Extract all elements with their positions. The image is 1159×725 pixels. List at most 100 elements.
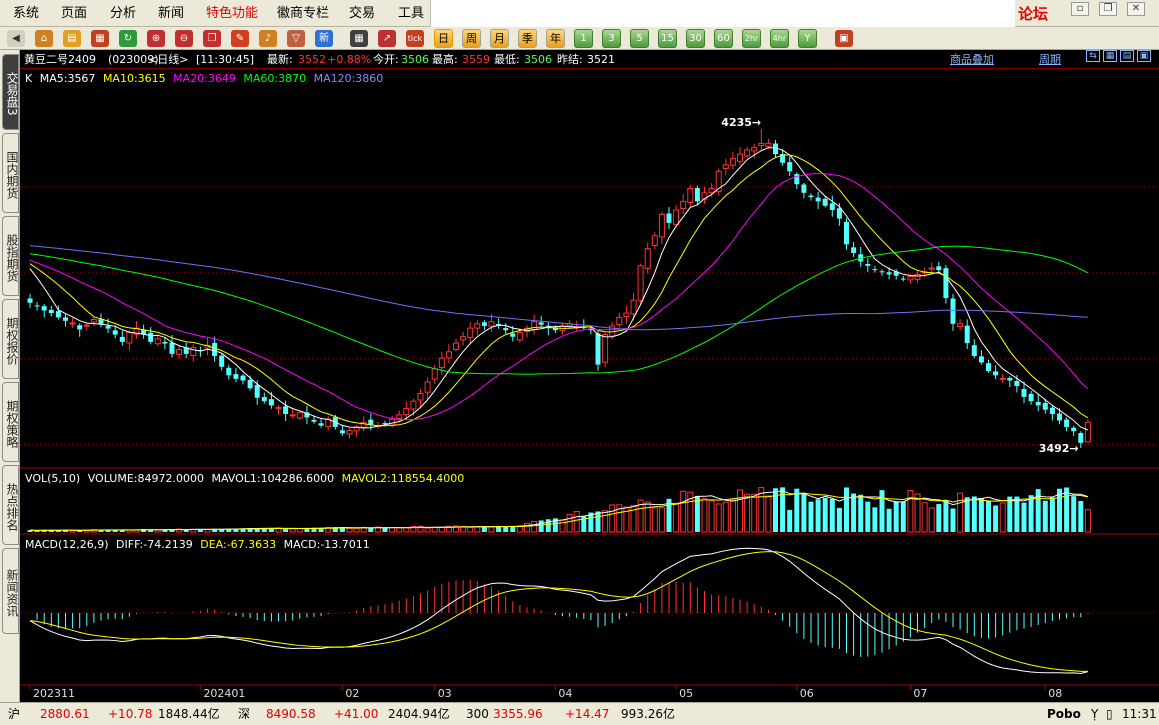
volume-bar <box>424 527 431 533</box>
candle-down <box>112 330 118 335</box>
tab-option-strategy[interactable]: 期权策略 <box>2 382 19 462</box>
candle-down <box>219 355 225 367</box>
restore-icon[interactable]: ❐ <box>1099 2 1117 16</box>
period-4hr-button[interactable]: 4hr <box>770 29 789 48</box>
sh-index-label[interactable]: 沪 <box>8 703 20 725</box>
stock-chart-icon[interactable]: ↗ <box>378 30 396 47</box>
folder-icon[interactable]: ▤ <box>63 30 81 47</box>
volume-bar <box>936 504 942 532</box>
forum-logo[interactable]: 论坛 <box>1018 3 1048 24</box>
volume-bar <box>1007 496 1013 532</box>
period-60min-button[interactable]: 60 <box>714 29 733 48</box>
candle-down <box>41 306 47 311</box>
volume-bar <box>531 521 538 533</box>
pen-icon[interactable]: ✎ <box>231 30 249 47</box>
volume-bar <box>715 503 722 533</box>
candle-down <box>1014 381 1020 387</box>
candle-up <box>431 368 438 380</box>
period-3min-button[interactable]: 3 <box>602 29 621 48</box>
period-quarter-button[interactable]: 季 <box>518 29 537 48</box>
volume-bar <box>851 493 857 532</box>
back-arrow-icon[interactable]: ◀ <box>7 30 25 47</box>
volume-bar <box>346 527 353 533</box>
period-30min-button[interactable]: 30 <box>686 29 705 48</box>
volume-bar <box>900 501 906 532</box>
candle-up <box>83 324 90 327</box>
sz-index-amount: 2404.94亿 <box>388 707 450 721</box>
bell-icon[interactable]: ♪ <box>259 30 277 47</box>
table-icon[interactable]: ▦ <box>350 30 368 47</box>
calendar-icon[interactable]: ▦ <box>91 30 109 47</box>
tab-option-quotes[interactable]: 期权报价 <box>2 299 19 379</box>
toolbar: ◀ ⌂ ▤ ▦ ↻ ⊕ ⊖ ❐ ✎ ♪ ▽ 新 ▦ ↗ tick 日 周 月 季… <box>0 27 1159 50</box>
news-icon[interactable]: 新 <box>315 30 333 47</box>
volume-bar <box>751 493 758 533</box>
volume-bar <box>773 488 778 532</box>
sz-index-label[interactable]: 深 <box>238 703 250 725</box>
menu-system[interactable]: 系统 <box>13 5 39 23</box>
menu-analysis[interactable]: 分析 <box>110 5 136 23</box>
ma10-line <box>29 154 1089 427</box>
zoom-in-icon[interactable]: ⊕ <box>147 30 165 47</box>
tick-icon[interactable]: tick <box>406 30 424 47</box>
volume-bar <box>680 490 687 533</box>
zoom-out-icon[interactable]: ⊖ <box>175 30 193 47</box>
menu-trade[interactable]: 交易 <box>349 5 375 23</box>
arrow-left-icon[interactable]: ⇆ <box>1086 50 1100 62</box>
filter-icon[interactable]: ▽ <box>287 30 305 47</box>
volume-bar <box>467 526 474 533</box>
refresh-icon[interactable]: ↻ <box>119 30 137 47</box>
panel-icon[interactable]: ▣ <box>835 30 853 47</box>
candle-down <box>886 272 892 275</box>
ma5-line <box>29 147 1089 431</box>
tab-index-futures[interactable]: 股指期货 <box>2 216 19 296</box>
home-icon[interactable]: ⌂ <box>35 30 53 47</box>
close-icon[interactable]: ✕ <box>1127 2 1145 16</box>
menu-news[interactable]: 新闻 <box>158 5 184 23</box>
menu-special-features[interactable]: 特色功能 <box>206 5 258 23</box>
tab-domestic-futures[interactable]: 国内期货 <box>2 133 19 213</box>
period-5min-button[interactable]: 5 <box>630 29 649 48</box>
candle-up <box>488 321 495 327</box>
volume-bar <box>503 526 509 532</box>
minimize-icon[interactable]: ▫ <box>1071 2 1089 16</box>
tab-news-info[interactable]: 新闻资讯 <box>2 548 19 634</box>
candle-up <box>744 149 751 157</box>
volume-bar <box>993 505 999 532</box>
candle-down <box>162 341 168 344</box>
banner-area <box>430 0 1015 27</box>
candle-up <box>914 273 921 280</box>
csi300-label[interactable]: 300 <box>466 703 489 725</box>
volume-bar <box>538 520 544 532</box>
list-icon[interactable]: ▤ <box>1120 50 1134 62</box>
commodity-overlay-link[interactable]: 商品叠加 <box>950 50 994 69</box>
volume-bar <box>566 513 573 533</box>
grid-icon[interactable]: ▦ <box>1103 50 1117 62</box>
open-price: 3506 <box>401 53 429 66</box>
chart-canvas[interactable]: 202311 202401 02 03 04 05 06 07 08 4235→ 3492→ <box>20 70 1159 702</box>
candle-up <box>616 316 623 325</box>
expand-icon[interactable]: ▣ <box>1137 50 1151 62</box>
menu-huishang-column[interactable]: 徽商专栏 <box>277 5 329 23</box>
menu-page[interactable]: 页面 <box>61 5 87 23</box>
chart-area[interactable]: 202311 202401 02 03 04 05 06 07 08 4235→ 3492→ K … <box>20 70 1159 702</box>
period-week-button[interactable]: 周 <box>462 29 481 48</box>
dea-value: DEA:-67.3633 <box>200 538 277 551</box>
candle-down <box>233 374 239 379</box>
period-link[interactable]: 周期 <box>1039 50 1061 69</box>
period-month-button[interactable]: 月 <box>490 29 509 48</box>
period-1min-button[interactable]: 1 <box>574 29 593 48</box>
period-15min-button[interactable]: 15 <box>658 29 677 48</box>
period-year-button[interactable]: 年 <box>546 29 565 48</box>
period-y-button[interactable]: Y <box>798 29 817 48</box>
tab-trading-panel[interactable]: 交易盘3 <box>2 54 19 130</box>
period-2hr-button[interactable]: 2hr <box>742 29 761 48</box>
candle-down <box>950 298 956 324</box>
latest-label: 最新: <box>267 53 293 66</box>
menu-tools[interactable]: 工具 <box>398 5 424 23</box>
candle-up <box>176 349 183 355</box>
windows-icon[interactable]: ❐ <box>203 30 221 47</box>
period-day-button[interactable]: 日 <box>434 29 453 48</box>
tab-hot-ranking[interactable]: 热点排名 <box>2 465 19 545</box>
candle-down <box>247 379 253 389</box>
